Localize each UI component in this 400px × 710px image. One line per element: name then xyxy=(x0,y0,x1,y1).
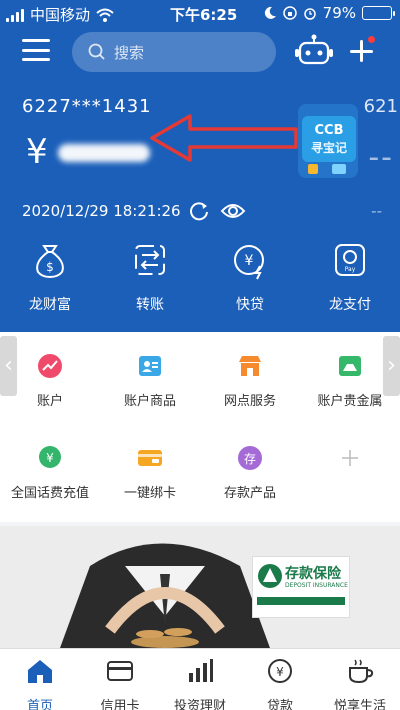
search-placeholder: 搜索 xyxy=(114,43,145,62)
ccb-treasure-promo-icon[interactable]: CCB 寻宝记 xyxy=(292,98,364,184)
svg-text:¥: ¥ xyxy=(46,451,54,465)
quick-action-label: 快贷 xyxy=(236,297,264,313)
second-account-balance: -- xyxy=(368,140,394,175)
search-input[interactable]: 搜索 xyxy=(72,32,276,72)
loan-icon: ¥ xyxy=(268,659,292,683)
svg-text:$: $ xyxy=(46,260,54,274)
svg-text:Pay: Pay xyxy=(345,266,356,273)
second-account-partial: 621 xyxy=(363,96,398,117)
account-goods-icon xyxy=(139,356,161,376)
status-bar: 中国移动 下午6:25 79% xyxy=(0,0,400,26)
svg-text:CCB: CCB xyxy=(315,123,344,138)
currency-symbol: ¥ xyxy=(26,132,48,172)
battery-icon xyxy=(362,6,395,20)
update-timestamp: 2020/12/29 18:21:26 xyxy=(22,202,181,220)
quick-action-dragon-pay[interactable]: Pay 龙支付 xyxy=(300,240,400,322)
second-account-extra: -- xyxy=(371,202,382,220)
quick-action-wealth[interactable]: $ 龙财富 xyxy=(0,240,100,322)
quick-action-label: 转账 xyxy=(136,297,164,313)
quick-loan-icon: ¥ xyxy=(234,245,264,280)
deposit-insurance-logo-icon xyxy=(258,564,282,588)
tab-loan[interactable]: ¥ 贷款 xyxy=(240,649,320,710)
tab-label: 悦享生活 xyxy=(333,699,386,710)
menu-item-label: 账户商品 xyxy=(123,394,176,409)
menu-item-branch-service[interactable]: 网点服务 xyxy=(200,352,300,409)
menu-item-deposit-product[interactable]: 存 存款产品 xyxy=(200,444,300,501)
menu-item-add-more[interactable] xyxy=(300,444,400,501)
rotation-lock-icon xyxy=(282,6,297,20)
wifi-icon xyxy=(96,8,114,22)
moon-icon xyxy=(264,6,276,19)
money-bag-icon: $ xyxy=(36,245,64,279)
credit-card-icon xyxy=(107,661,133,681)
menu-row-1: 账户 账户商品 网点服务 账户贵金属 xyxy=(0,352,400,409)
alarm-icon xyxy=(303,8,316,20)
svg-text:¥: ¥ xyxy=(245,253,254,269)
menu-item-label: 账户贵金属 xyxy=(317,394,383,409)
tab-home[interactable]: 首页 xyxy=(0,649,80,710)
notification-dot xyxy=(368,36,375,43)
menu-item-account-goods[interactable]: 账户商品 xyxy=(100,352,200,409)
tab-label: 贷款 xyxy=(266,699,293,710)
deposit-insurance-badge: 存款保险 DEPOSIT INSURANCE xyxy=(252,556,350,618)
tab-credit-card[interactable]: 信用卡 xyxy=(80,649,160,710)
bottom-tab-bar: 首页 信用卡 投资理财 ¥ 贷款 悦享生活 xyxy=(0,648,400,710)
account-chart-icon xyxy=(38,354,62,378)
badge-subtitle: DEPOSIT INSURANCE xyxy=(285,582,348,589)
precious-metal-icon xyxy=(339,356,361,376)
phone-topup-icon: ¥ xyxy=(39,446,61,468)
deposit-icon: 存 xyxy=(238,446,262,470)
signal-icon xyxy=(6,8,24,22)
refresh-icon[interactable] xyxy=(188,200,210,222)
coffee-cup-icon xyxy=(349,659,374,684)
badge-stripe xyxy=(257,597,345,605)
status-left: 中国移动 xyxy=(6,4,114,25)
masked-balance xyxy=(58,144,150,162)
home-icon xyxy=(28,660,52,683)
tab-label: 信用卡 xyxy=(100,699,140,710)
quick-action-transfer[interactable]: 转账 xyxy=(100,240,200,322)
tab-investment[interactable]: 投资理财 xyxy=(160,649,240,710)
menu-item-label: 网点服务 xyxy=(223,394,276,409)
search-icon xyxy=(88,43,105,60)
battery-percent: 79% xyxy=(322,4,356,22)
svg-text:¥: ¥ xyxy=(276,665,284,679)
menu-item-label: 存款产品 xyxy=(223,486,276,501)
quick-action-label: 龙财富 xyxy=(29,297,71,313)
menu-item-label: 账户 xyxy=(36,394,63,409)
menu-item-bind-card[interactable]: 一键绑卡 xyxy=(100,444,200,501)
menu-item-account[interactable]: 账户 xyxy=(0,352,100,409)
annotation-arrow xyxy=(150,114,298,162)
account-number: 6227***1431 xyxy=(22,96,152,117)
pay-icon: Pay xyxy=(335,244,365,276)
quick-actions: $ 龙财富 转账 ¥ 快贷 Pay 龙支付 xyxy=(0,240,400,322)
quick-action-quick-loan[interactable]: ¥ 快贷 xyxy=(200,240,300,322)
bind-card-icon xyxy=(138,450,162,466)
tab-label: 投资理财 xyxy=(173,699,226,710)
investment-icon xyxy=(189,659,213,682)
add-more-icon xyxy=(342,450,358,466)
svg-text:存: 存 xyxy=(244,452,256,466)
tab-life[interactable]: 悦享生活 xyxy=(320,649,400,710)
menu-row-2: ¥ 全国话费充值 一键绑卡 存 存款产品 xyxy=(0,444,400,501)
menu-item-label: 一键绑卡 xyxy=(123,486,176,501)
menu-item-phone-topup[interactable]: ¥ 全国话费充值 xyxy=(0,444,100,501)
menu-item-label: 全国话费充值 xyxy=(10,486,89,501)
status-right: 79% xyxy=(263,4,395,22)
nav-bar: 搜索 xyxy=(0,30,400,76)
eye-visibility-icon[interactable] xyxy=(220,201,246,221)
quick-action-label: 龙支付 xyxy=(329,297,371,313)
branch-store-icon xyxy=(239,356,261,376)
robot-assistant-icon[interactable] xyxy=(294,34,334,70)
transfer-icon xyxy=(135,245,165,275)
add-plus-icon[interactable] xyxy=(348,36,376,66)
menu-item-precious-metal[interactable]: 账户贵金属 xyxy=(300,352,400,409)
carrier-label: 中国移动 xyxy=(30,6,91,24)
status-time: 下午6:25 xyxy=(170,6,238,24)
hamburger-menu-icon[interactable] xyxy=(22,39,50,61)
badge-title: 存款保险 xyxy=(285,566,341,582)
tab-label: 首页 xyxy=(26,699,53,710)
header-area: 中国移动 下午6:25 79% 搜索 6227***1431 ¥ CCB 寻宝记… xyxy=(0,0,400,332)
svg-text:寻宝记: 寻宝记 xyxy=(311,140,347,155)
